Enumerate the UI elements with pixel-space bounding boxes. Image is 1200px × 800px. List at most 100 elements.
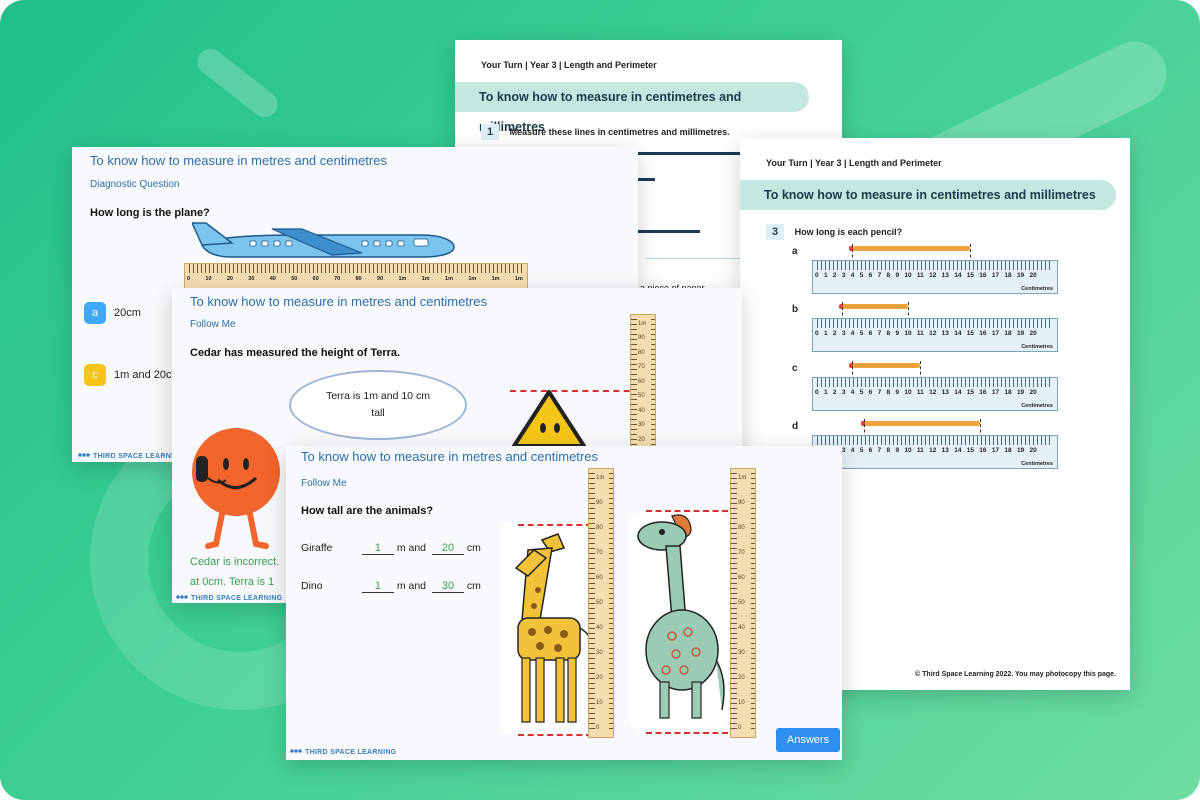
- slide-section: Follow Me: [190, 319, 236, 330]
- ruler-number: 13: [941, 447, 949, 454]
- option-a-text[interactable]: 20cm: [114, 307, 141, 319]
- ruler-number: 0: [815, 330, 819, 337]
- option-c-badge[interactable]: c: [84, 364, 106, 386]
- ruler-number: 18: [1004, 389, 1012, 396]
- ruler-number: 15: [966, 330, 974, 337]
- slide-question: How tall are the animals?: [301, 505, 434, 517]
- measurement-line: [510, 390, 640, 392]
- ruler-number: 10: [738, 700, 745, 706]
- ruler-number: 20: [1029, 272, 1037, 279]
- part-label: a: [792, 246, 798, 257]
- ruler-number: 15: [966, 447, 974, 454]
- airplane-icon: [192, 222, 455, 258]
- question-row: 1 Measure these lines in centimetres and…: [481, 122, 730, 140]
- ruler-number: 12: [929, 272, 937, 279]
- ruler-number: 17: [991, 447, 1000, 454]
- animal-label: Dino: [301, 580, 323, 592]
- dino-centimetres-field[interactable]: 30: [431, 580, 464, 593]
- ruler-number: 1m: [468, 276, 477, 282]
- ruler-number: 18: [1004, 330, 1012, 337]
- ruler-number: 4: [850, 389, 855, 396]
- ruler-number: 3: [841, 447, 846, 454]
- yellow-triangle-character-icon: [512, 390, 586, 448]
- giraffe-ruler: 1m 90 80 70 60 50 40 30 20 10 0: [588, 468, 614, 738]
- cm-label: cm: [466, 542, 481, 554]
- ruler-number: 60: [638, 378, 645, 385]
- ruler-number: 3: [841, 389, 846, 396]
- pencil-question-b: b 0 1 2 3 4 5 6 7 8 9 10 11 12 13 14 15 16 17 18 19 20 Centime…: [740, 302, 1130, 354]
- ruler-number: 14: [954, 272, 962, 279]
- decor-bar: [192, 43, 283, 123]
- ruler-number: 19: [1016, 272, 1025, 279]
- brand-logo: THIRD SPACE LEARNING: [290, 748, 396, 756]
- ruler-number: 20: [1029, 447, 1037, 454]
- dino-answer-row: Dino 1 m and 30 cm: [301, 580, 481, 593]
- ruler-number: 1: [823, 389, 828, 396]
- ruler-number: 2: [832, 330, 837, 337]
- brand-logo: THIRD SPACE LEARNING: [78, 452, 184, 460]
- ruler-number: 50: [638, 393, 645, 400]
- ruler-number: 90: [638, 335, 645, 342]
- ruler-number: 6: [868, 447, 873, 454]
- m-label: m and: [396, 580, 427, 592]
- ruler-number: 6: [868, 389, 873, 396]
- ruler-number: 5: [859, 330, 864, 337]
- ruler-number: 13: [941, 272, 949, 279]
- ruler-number: 50: [291, 276, 298, 282]
- ruler-number: 2: [832, 272, 837, 279]
- ruler-number: 70: [738, 550, 745, 556]
- ruler-number: 10: [205, 276, 212, 282]
- terra-ruler: 1m908070605040302010: [630, 314, 656, 464]
- ruler-number: 14: [954, 447, 962, 454]
- ruler-number: 9: [895, 272, 900, 279]
- ruler-number: 5: [859, 447, 864, 454]
- ruler-number: 70: [334, 276, 341, 282]
- feedback-text: at 0cm. Terra is 1: [190, 576, 275, 588]
- part-label: d: [792, 421, 799, 432]
- dino-metres-field[interactable]: 1: [361, 580, 394, 593]
- dino-bottom-line: [646, 732, 728, 734]
- ruler-number: 17: [991, 272, 1000, 279]
- ruler-number: 7: [877, 330, 882, 337]
- ruler-number: 50: [596, 600, 603, 606]
- ruler-number: 12: [929, 330, 937, 337]
- worksheet-title: To know how to measure in centimetres an…: [740, 180, 1116, 210]
- orange-character-icon: [192, 428, 280, 549]
- ruler-number: 40: [738, 625, 745, 631]
- ruler-number: 90: [596, 500, 603, 506]
- pencil-icon: [861, 421, 980, 426]
- ruler-number: 50: [738, 600, 745, 606]
- option-c-text[interactable]: 1m and 20c: [114, 369, 171, 381]
- dino-ruler: 1m 90 80 70 60 50 40 30 20 10 0: [730, 468, 756, 738]
- centimetre-ruler: 01234567891011121314151617181920Centimet…: [812, 377, 1058, 411]
- ruler-number: 20: [596, 675, 603, 681]
- m-label: m and: [396, 542, 427, 554]
- giraffe-centimetres-field[interactable]: 20: [431, 542, 464, 555]
- answers-button[interactable]: Answers: [776, 728, 840, 752]
- ruler-number: 12: [929, 389, 937, 396]
- ruler-number: 0: [596, 725, 600, 731]
- question-text: How long is each pencil?: [794, 227, 903, 237]
- copyright-text: © Third Space Learning 2022. You may pho…: [915, 671, 1116, 678]
- centimetre-ruler: 01234567891011121314151617181920Centimet…: [812, 435, 1058, 469]
- slide-title: To know how to measure in metres and cen…: [90, 153, 387, 168]
- ruler-number: 8: [886, 389, 891, 396]
- pencil-icon: [849, 363, 920, 368]
- ruler-number: 7: [877, 389, 882, 396]
- giraffe-metres-field[interactable]: 1: [361, 542, 394, 555]
- ruler-number: 16: [979, 447, 987, 454]
- ruler-number: 10: [904, 272, 912, 279]
- ruler-number: 14: [954, 330, 962, 337]
- question-row: 3 How long is each pencil?: [766, 222, 902, 240]
- ruler-number: 11: [916, 389, 924, 396]
- speech-bubble: Terra is 1m and 10 cm tall: [289, 370, 467, 440]
- ruler-number: 0: [187, 276, 191, 282]
- brand-name: THIRD SPACE LEARNING: [305, 749, 397, 756]
- ruler-number: 90: [377, 276, 384, 282]
- worksheet-title: To know how to measure in centimetres an…: [455, 82, 809, 134]
- ruler-number: 8: [886, 330, 891, 337]
- worksheet-header: Your Turn | Year 3 | Length and Perimete…: [481, 60, 657, 70]
- option-a-badge[interactable]: a: [84, 302, 106, 324]
- ruler-number: 11: [916, 330, 924, 337]
- ruler-number: 8: [886, 272, 891, 279]
